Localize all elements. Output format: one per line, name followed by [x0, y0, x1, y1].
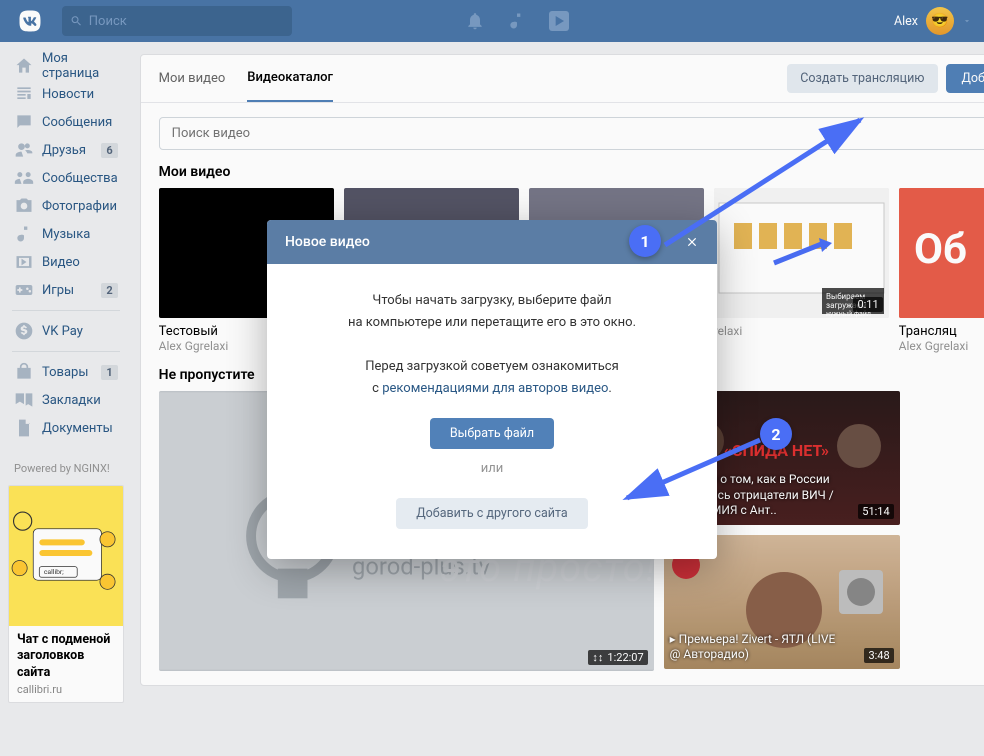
global-search[interactable] [62, 6, 292, 36]
new-video-modal: Новое видео Чтобы начать загрузку, выбер… [267, 220, 717, 559]
tab-my-videos[interactable]: Мои видео [159, 56, 226, 101]
add-from-site-button[interactable]: Добавить с другого сайта [396, 498, 587, 529]
app-header: Alex 😎 [0, 0, 984, 42]
home-icon [14, 56, 34, 76]
video-title: ▸ Премьера! Zivert - ЯТЛ (LIVE @ Авторад… [670, 632, 840, 663]
tab-video-catalog[interactable]: Видеокаталог [247, 55, 333, 102]
sidebar-item-friends[interactable]: Друзья 6 [8, 136, 124, 164]
sidebar-item-news[interactable]: Новости [8, 80, 124, 108]
nav-label: Закладки [42, 393, 101, 408]
video-icon[interactable] [549, 11, 569, 31]
ad-image: callibr; [9, 486, 123, 626]
pay-icon [14, 321, 34, 341]
ad-block[interactable]: callibr; Чат с подменой заголовков сайта… [8, 485, 124, 703]
nav-label: VK Pay [42, 324, 83, 339]
modal-text: Чтобы начать загрузку, выберите файл на … [297, 290, 687, 400]
video-author: Alex Ggrelaxi [899, 339, 984, 353]
games-icon [14, 280, 34, 300]
video-card[interactable]: Об ТрансляцAlex Ggrelaxi [899, 188, 984, 353]
nav-label: Видео [42, 255, 80, 270]
nav-label: Друзья [42, 143, 86, 158]
avatar: 😎 [926, 7, 954, 35]
tabs: Мои видео Видеокаталог Создать трансляци… [141, 55, 984, 103]
duration-badge: 0:11 [853, 297, 882, 312]
video-icon [14, 252, 34, 272]
divider [12, 310, 120, 311]
recommendations-link[interactable]: рекомендациями для авторов видео [382, 381, 608, 396]
create-stream-button[interactable]: Создать трансляцию [787, 64, 937, 93]
sidebar: Моя страница Новости Сообщения Друзья 6 Сообщ… [0, 42, 128, 713]
nav-label: Сообщения [42, 115, 112, 130]
sidebar-item-msg[interactable]: Сообщения [8, 108, 124, 136]
nav-label: Игры [42, 283, 74, 298]
nav-label: Моя страница [42, 51, 118, 81]
video-title: Трансляц [899, 324, 984, 339]
music-icon[interactable] [507, 11, 527, 31]
chevron-down-icon [962, 16, 972, 26]
duration-badge: 3:48 [864, 648, 893, 663]
nav-badge: 2 [101, 283, 117, 298]
bookmarks-icon [14, 390, 34, 410]
user-menu[interactable]: Alex 😎 [894, 7, 972, 35]
nav-label: Товары [42, 365, 88, 380]
video-search-input[interactable] [159, 117, 984, 150]
news-icon [14, 84, 34, 104]
groups-icon [14, 168, 34, 188]
video-author: relaxi [714, 324, 889, 338]
nav-label: Фотографии [42, 199, 117, 214]
sidebar-item-goods[interactable]: Товары 1 [8, 358, 124, 386]
modal-title: Новое видео [285, 234, 370, 250]
svg-text:Об: Об [914, 225, 967, 274]
ad-source: callibri.ru [9, 683, 123, 702]
sidebar-item-home[interactable]: Моя страница [8, 52, 124, 80]
search-input[interactable] [89, 14, 284, 29]
sidebar-item-music[interactable]: Музыка [8, 220, 124, 248]
nav-label: Сообщества [42, 171, 118, 186]
username: Alex [894, 14, 918, 29]
divider [12, 351, 120, 352]
sidebar-item-photos[interactable]: Фотографии [8, 192, 124, 220]
sidebar-item-docs[interactable]: Документы [8, 414, 124, 442]
ad-title: Чат с подменой заголовков сайта [9, 626, 123, 683]
photos-icon [14, 196, 34, 216]
powered-by: Powered by NGINX! [14, 462, 124, 475]
sidebar-item-games[interactable]: Игры 2 [8, 276, 124, 304]
duration-badge: ↕↕1:22:07 [588, 650, 647, 665]
goods-icon [14, 362, 34, 382]
vk-logo-icon[interactable] [16, 7, 44, 35]
svg-text:callibr;: callibr; [44, 568, 64, 576]
sidebar-item-pay[interactable]: VK Pay [8, 317, 124, 345]
sidebar-item-groups[interactable]: Сообщества [8, 164, 124, 192]
duration-badge: 51:14 [858, 504, 893, 519]
annotation-1: 1 [629, 225, 661, 257]
friends-icon [14, 140, 34, 160]
add-video-button[interactable]: Добавить видео [946, 64, 984, 93]
nav-badge: 6 [101, 143, 117, 158]
search-icon [70, 14, 83, 28]
docs-icon [14, 418, 34, 438]
nav-badge: 1 [101, 365, 117, 380]
bell-icon[interactable] [465, 11, 485, 31]
video-card[interactable]: Выбираемзагружаемнужный файл0:11relaxi [714, 188, 889, 353]
nav-label: Новости [42, 87, 94, 102]
section-my-videos: Мои видео [141, 164, 984, 188]
sidebar-item-bookmarks[interactable]: Закладки [8, 386, 124, 414]
modal-or: или [297, 461, 687, 476]
annotation-2: 2 [760, 418, 792, 450]
sidebar-item-video[interactable]: Видео [8, 248, 124, 276]
close-icon[interactable] [685, 235, 699, 249]
select-file-button[interactable]: Выбрать файл [430, 418, 554, 449]
msg-icon [14, 112, 34, 132]
nav-label: Музыка [42, 227, 90, 242]
music-icon [14, 224, 34, 244]
nav-label: Документы [42, 421, 113, 436]
